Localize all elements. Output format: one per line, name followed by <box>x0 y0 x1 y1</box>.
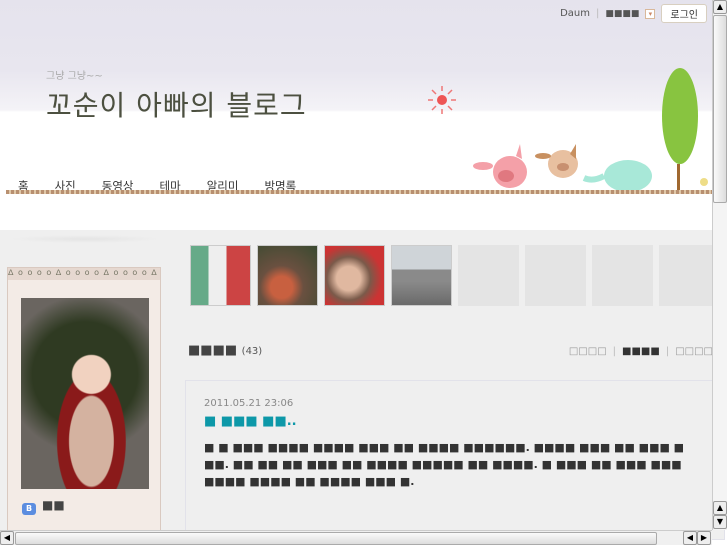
thumbnail-empty <box>659 245 720 306</box>
thumbnail-empty <box>525 245 586 306</box>
section-header: ■■■■ (43) <box>188 343 262 358</box>
post-card: 2011.05.21 23:06 ■ ■■■ ■■.. ■ ■ ■■■ ■■■■… <box>185 380 725 540</box>
divider: | <box>596 8 600 19</box>
post-title[interactable]: ■ ■■■ ■■.. <box>204 414 297 429</box>
daum-link[interactable]: Daum <box>560 8 590 19</box>
animals-illustration <box>473 68 708 194</box>
blog-title[interactable]: 꼬순이 아빠의 블로그 <box>46 84 307 124</box>
shadow-decoration <box>10 235 160 243</box>
thumbnail[interactable] <box>190 245 251 306</box>
view-options: □□□□ | ■■■■ | □□□□ <box>568 346 713 357</box>
sun-icon <box>428 86 456 114</box>
thumbnail[interactable] <box>324 245 385 306</box>
grass-divider <box>6 190 712 194</box>
thumbnail[interactable] <box>391 245 452 306</box>
post-body: ■ ■ ■■■ ■■■■ ■■■■ ■■■ ■■ ■■■■ ■■■■■■. ■■… <box>204 441 685 488</box>
view-option[interactable]: □□□□ <box>569 346 607 357</box>
scroll-left-button[interactable]: ◀ <box>0 531 14 545</box>
blog-owner-name[interactable]: ■■ <box>42 498 65 512</box>
login-button[interactable]: 로그인 <box>661 4 707 23</box>
dropdown-icon[interactable]: ▾ <box>645 8 656 19</box>
top-bar: Daum | ■■■■ ▾ 로그인 <box>560 4 707 23</box>
notebook-rings: ᐃ o o o o ᐃ o o o o ᐃ o o o o ᐃ o o <box>8 268 160 280</box>
view-option-active[interactable]: ■■■■ <box>622 346 660 357</box>
blog-icon: B <box>22 503 36 515</box>
scroll-down-button[interactable]: ▼ <box>713 515 727 529</box>
scrollbar-thumb[interactable] <box>713 15 727 203</box>
thumbnail-empty <box>458 245 519 306</box>
horizontal-scrollbar[interactable]: ◀ ◀ ▶ <box>0 530 712 545</box>
photo-thumbnails <box>190 245 720 306</box>
vertical-scrollbar[interactable]: ▲ ▲ ▼ <box>712 0 727 530</box>
post-count: (43) <box>241 346 263 357</box>
scroll-right-button[interactable]: ▶ <box>697 531 711 545</box>
view-option[interactable]: □□□□ <box>675 346 713 357</box>
blog-subtitle: 그냥 그냥~~ <box>46 71 103 82</box>
thumbnail[interactable] <box>257 245 318 306</box>
section-title: ■■■■ <box>188 343 238 358</box>
post-date: 2011.05.21 23:06 <box>204 398 294 409</box>
profile-photo[interactable] <box>21 298 149 489</box>
scroll-up-button[interactable]: ▲ <box>713 0 727 14</box>
scroll-up-button[interactable]: ▲ <box>713 501 727 515</box>
scroll-left-button[interactable]: ◀ <box>683 531 697 545</box>
menu-label[interactable]: ■■■■ <box>605 9 639 19</box>
scrollbar-thumb[interactable] <box>15 532 657 545</box>
thumbnail-empty <box>592 245 653 306</box>
profile-box: ᐃ o o o o ᐃ o o o o ᐃ o o o o ᐃ o o B ■■ <box>7 267 161 537</box>
